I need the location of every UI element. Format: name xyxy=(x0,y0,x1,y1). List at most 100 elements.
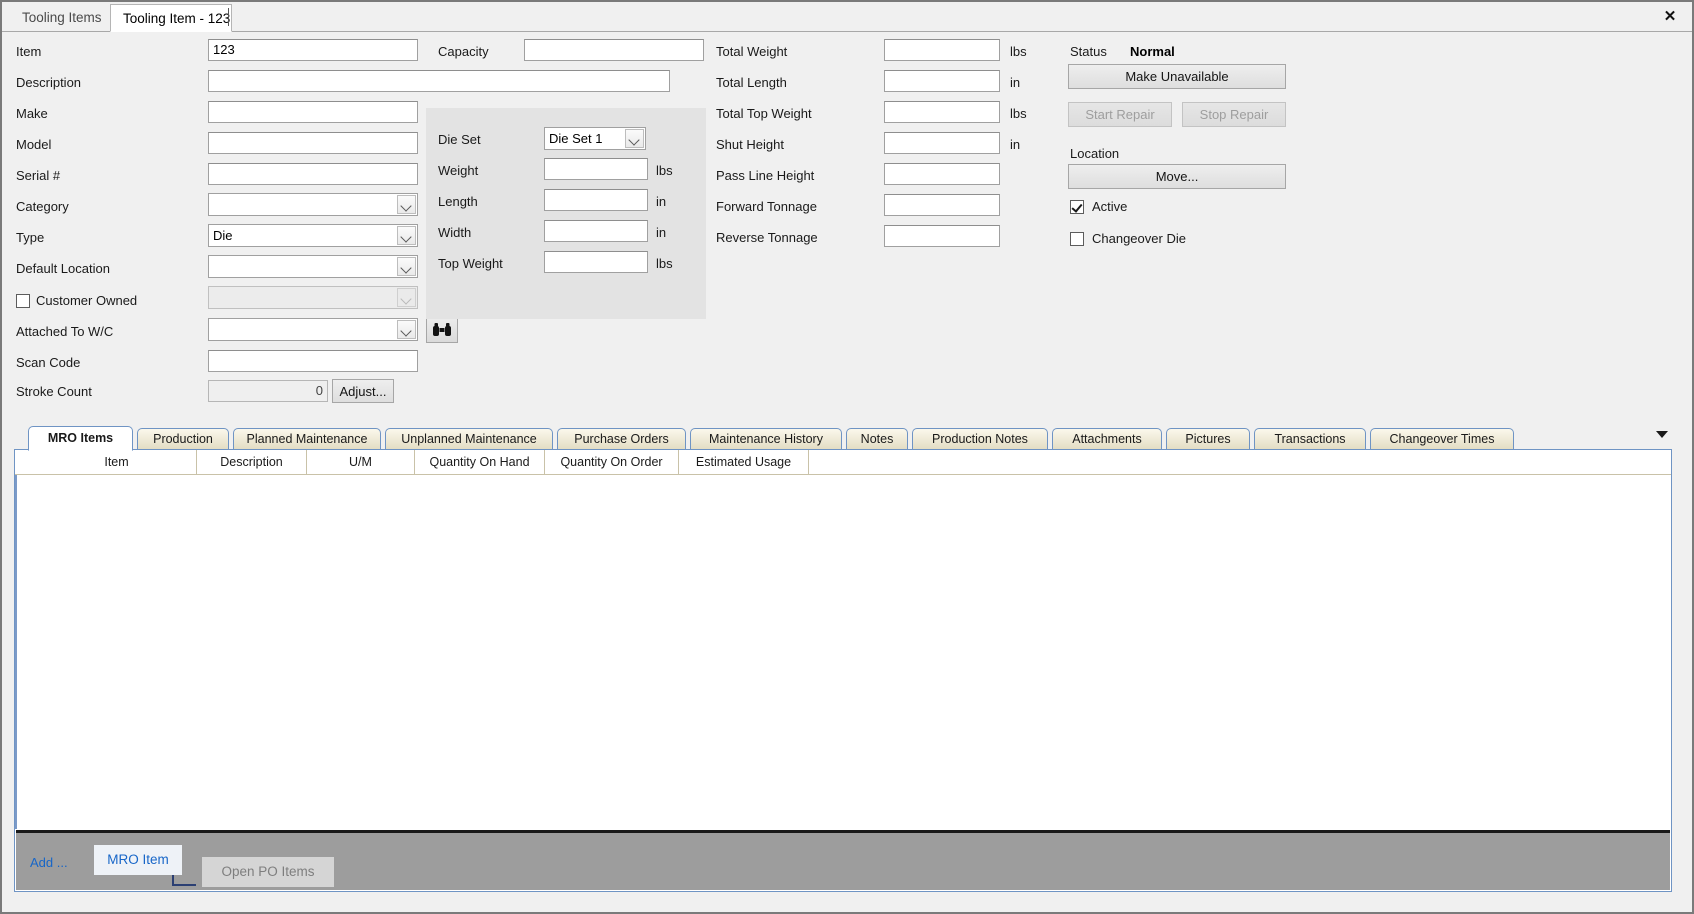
input-shut-height[interactable] xyxy=(884,132,1000,154)
input-forward-tonnage[interactable] xyxy=(884,194,1000,216)
tab-attachments[interactable]: Attachments xyxy=(1052,428,1162,450)
grid-body[interactable] xyxy=(15,475,1671,829)
tab-unplanned-maintenance[interactable]: Unplanned Maintenance xyxy=(385,428,553,450)
mro-item-connector xyxy=(172,875,196,886)
attached-to-wc-lookup-button[interactable] xyxy=(426,317,458,343)
input-item[interactable]: 123 xyxy=(208,39,418,61)
chevron-down-icon[interactable] xyxy=(397,257,416,276)
tab-planned-maintenance[interactable]: Planned Maintenance xyxy=(233,428,381,450)
input-dieset-length[interactable] xyxy=(544,189,648,211)
tab-purchase-orders[interactable]: Purchase Orders xyxy=(557,428,686,450)
tab-caret xyxy=(228,8,229,26)
label-changeover-die: Changeover Die xyxy=(1092,231,1186,246)
input-description[interactable] xyxy=(208,70,670,92)
make-unavailable-button[interactable]: Make Unavailable xyxy=(1068,64,1286,89)
checkbox-active[interactable] xyxy=(1070,200,1084,214)
label-dieset-top-weight: Top Weight xyxy=(438,256,503,271)
combo-die-set[interactable]: Die Set 1 xyxy=(544,127,646,150)
grid-bottom-toolbar: Add ... MRO Item Open PO Items xyxy=(16,830,1670,890)
label-category: Category xyxy=(16,199,69,214)
grid-header-row: Item Description U/M Quantity On Hand Qu… xyxy=(15,450,1671,475)
window-tab-tooling-item-123[interactable]: Tooling Item - 123 xyxy=(110,4,232,32)
label-make: Make xyxy=(16,106,48,121)
combo-attached-to-wc[interactable] xyxy=(208,318,418,341)
label-reverse-tonnage: Reverse Tonnage xyxy=(716,230,818,245)
chevron-down-icon[interactable] xyxy=(397,320,416,339)
detail-tab-strip: MRO Items Production Planned Maintenance… xyxy=(14,426,1672,451)
checkbox-customer-owned[interactable] xyxy=(16,294,30,308)
input-dieset-weight[interactable] xyxy=(544,158,648,180)
label-die-set: Die Set xyxy=(438,132,481,147)
grid-column-description[interactable]: Description xyxy=(197,450,307,474)
tab-notes[interactable]: Notes xyxy=(846,428,908,450)
label-customer-owned: Customer Owned xyxy=(36,293,138,308)
combo-type[interactable]: Die xyxy=(208,224,418,247)
grid-column-estimated-usage[interactable]: Estimated Usage xyxy=(679,450,809,474)
open-po-items-button: Open PO Items xyxy=(202,857,334,887)
grid-column-quantity-on-order[interactable]: Quantity On Order xyxy=(545,450,679,474)
label-scan-code: Scan Code xyxy=(16,355,81,370)
input-total-weight[interactable] xyxy=(884,39,1000,61)
die-set-group: Die Set Die Set 1 Weight Length Width To… xyxy=(426,108,706,319)
status-badge: Normal xyxy=(1130,44,1175,59)
label-forward-tonnage: Forward Tonnage xyxy=(716,199,817,214)
unit-shut-height: in xyxy=(1010,137,1021,152)
tab-changeover-times[interactable]: Changeover Times xyxy=(1370,428,1514,450)
label-pass-line-height: Pass Line Height xyxy=(716,168,815,183)
unit-dieset-length: in xyxy=(656,194,667,209)
combo-default-location[interactable] xyxy=(208,255,418,278)
combo-customer-owned xyxy=(208,286,418,309)
input-scan-code[interactable] xyxy=(208,350,418,372)
window-tab-tooling-items[interactable]: Tooling Items xyxy=(10,4,110,32)
label-model: Model xyxy=(16,137,52,152)
input-reverse-tonnage[interactable] xyxy=(884,225,1000,247)
combo-type-value: Die xyxy=(213,228,233,243)
input-total-top-weight[interactable] xyxy=(884,101,1000,123)
tab-transactions[interactable]: Transactions xyxy=(1254,428,1366,450)
chevron-down-icon[interactable] xyxy=(397,226,416,245)
input-total-length[interactable] xyxy=(884,70,1000,92)
tab-production-notes[interactable]: Production Notes xyxy=(912,428,1048,450)
label-serial-number: Serial # xyxy=(16,168,61,183)
input-stroke-count: 0 xyxy=(208,380,328,402)
chevron-down-icon[interactable] xyxy=(1656,431,1668,438)
chevron-down-icon[interactable] xyxy=(625,129,644,148)
grid-column-item[interactable]: Item xyxy=(37,450,197,474)
label-shut-height: Shut Height xyxy=(716,137,784,152)
label-capacity: Capacity xyxy=(438,44,489,59)
input-capacity[interactable] xyxy=(524,39,704,61)
label-item: Item xyxy=(16,44,42,59)
label-description: Description xyxy=(16,75,82,90)
label-active: Active xyxy=(1092,199,1128,214)
label-dieset-weight: Weight xyxy=(438,163,479,178)
adjust-button[interactable]: Adjust... xyxy=(332,379,394,403)
tab-production[interactable]: Production xyxy=(137,428,229,450)
checkbox-changeover-die[interactable] xyxy=(1070,232,1084,246)
input-pass-line-height[interactable] xyxy=(884,163,1000,185)
tab-mro-items[interactable]: MRO Items xyxy=(28,426,133,451)
tab-maintenance-history[interactable]: Maintenance History xyxy=(690,428,842,450)
binoculars-icon xyxy=(433,323,451,336)
unit-total-top-weight: lbs xyxy=(1010,106,1027,121)
add-mro-item-button[interactable]: MRO Item xyxy=(94,845,182,875)
input-dieset-top-weight[interactable] xyxy=(544,251,648,273)
grid-column-um[interactable]: U/M xyxy=(307,450,415,474)
unit-dieset-width: in xyxy=(656,225,667,240)
add-link[interactable]: Add ... xyxy=(30,855,68,870)
label-default-location: Default Location xyxy=(16,261,110,276)
label-location: Location xyxy=(1070,146,1120,161)
start-repair-button: Start Repair xyxy=(1068,102,1172,127)
close-icon[interactable]: ✕ xyxy=(1660,7,1680,27)
input-make[interactable] xyxy=(208,101,418,123)
input-dieset-width[interactable] xyxy=(544,220,648,242)
chevron-down-icon xyxy=(397,288,416,307)
grid-column-quantity-on-hand[interactable]: Quantity On Hand xyxy=(415,450,545,474)
input-model[interactable] xyxy=(208,132,418,154)
input-serial-number[interactable] xyxy=(208,163,418,185)
stop-repair-button: Stop Repair xyxy=(1182,102,1286,127)
move-button[interactable]: Move... xyxy=(1068,164,1286,189)
tab-pictures[interactable]: Pictures xyxy=(1166,428,1250,450)
chevron-down-icon[interactable] xyxy=(397,195,416,214)
tooling-item-form: Item Description Make Model Serial # Cat… xyxy=(2,32,1692,422)
combo-category[interactable] xyxy=(208,193,418,216)
